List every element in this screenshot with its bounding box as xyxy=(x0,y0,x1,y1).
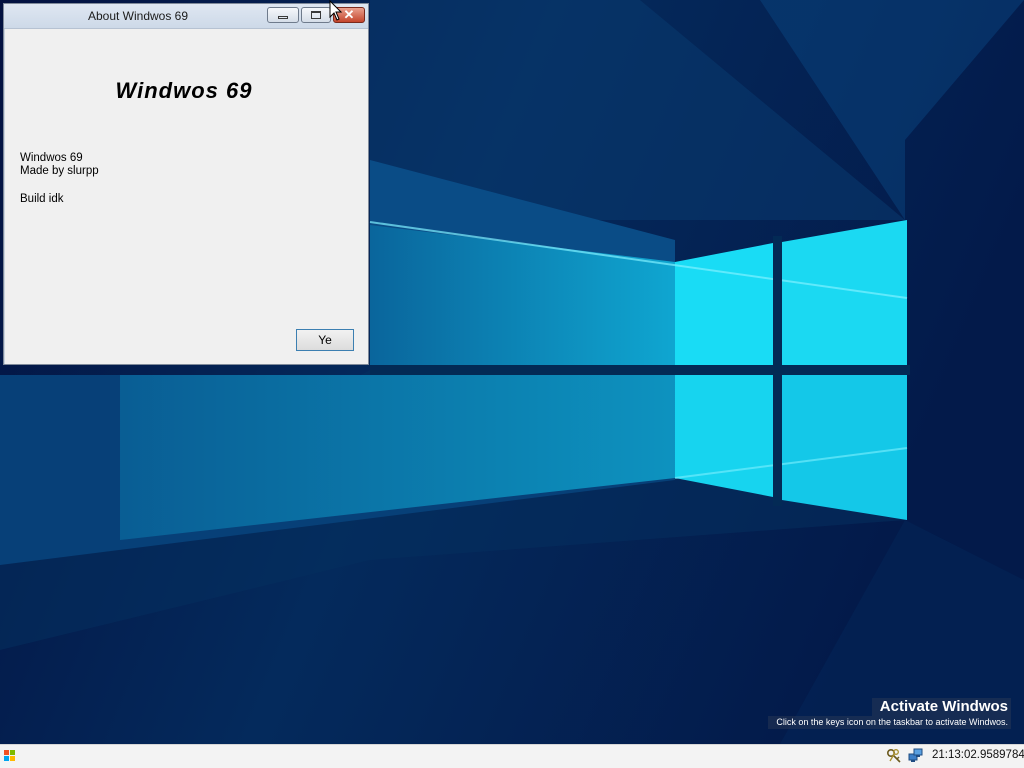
network-icon[interactable] xyxy=(908,748,924,764)
minimize-icon xyxy=(278,16,288,19)
build-text: Build idk xyxy=(20,193,64,205)
title-bar[interactable]: About Windwos 69 ✕ xyxy=(4,4,368,29)
product-name-text: Windwos 69 xyxy=(20,152,83,164)
activation-watermark-title: Activate Windwos xyxy=(872,698,1011,716)
windows-logo-icon-part xyxy=(10,750,15,755)
about-dialog[interactable]: About Windwos 69 ✕ Windwos 69 Windwos 69… xyxy=(3,3,369,365)
app-heading: Windwos 69 xyxy=(115,78,253,103)
close-icon: ✕ xyxy=(343,7,355,22)
maximize-button[interactable] xyxy=(301,7,331,23)
taskbar-clock[interactable]: 21:13:02.9589784 xyxy=(932,749,1024,761)
taskbar: 21:13:02.9589784 xyxy=(0,744,1024,768)
ok-button[interactable]: Ye xyxy=(296,329,354,351)
windows-logo-icon-part xyxy=(4,756,9,761)
keys-icon[interactable] xyxy=(886,748,902,764)
window-title: About Windwos 69 xyxy=(87,9,189,23)
author-text: Made by slurpp xyxy=(20,165,99,177)
windows-logo-icon xyxy=(4,750,9,755)
windows-logo-icon-part xyxy=(10,756,15,761)
activation-watermark-subtitle: Click on the keys icon on the taskbar to… xyxy=(768,716,1011,729)
minimize-button[interactable] xyxy=(267,7,299,23)
maximize-icon xyxy=(311,11,321,19)
desktop[interactable]: About Windwos 69 ✕ Windwos 69 Windwos 69… xyxy=(0,0,1024,744)
mouse-pointer-icon xyxy=(329,0,343,21)
start-button[interactable] xyxy=(4,750,16,762)
